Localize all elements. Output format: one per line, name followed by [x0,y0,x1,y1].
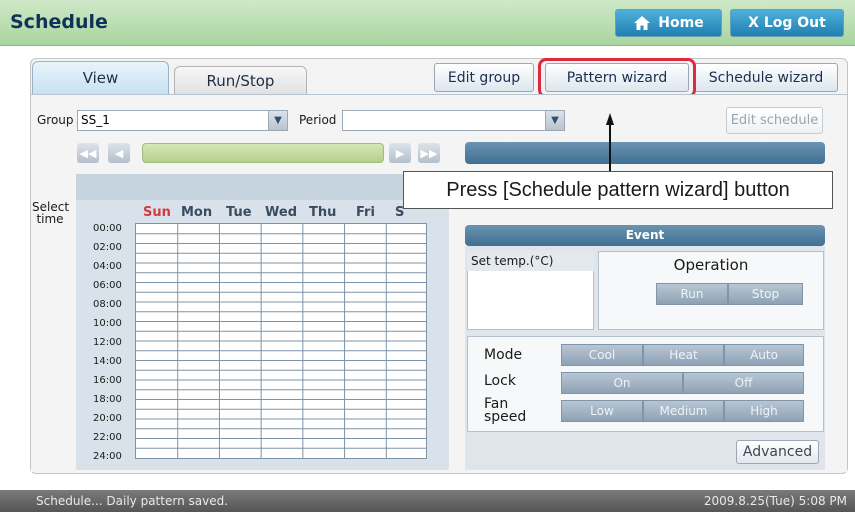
page-title: Schedule [10,11,108,33]
time-label: 22:00 [93,432,122,443]
period-select[interactable]: ▼ [342,110,565,131]
time-label: 18:00 [93,394,122,405]
fan-medium-button[interactable]: Medium [643,400,724,422]
edit-group-button[interactable]: Edit group [434,63,534,92]
time-label: 04:00 [93,261,122,272]
group-select[interactable]: SS_1 ▼ [77,110,288,131]
next-page-icon[interactable]: ▶ [389,143,411,163]
last-page-icon[interactable]: ▶▶ [418,143,440,163]
home-button[interactable]: Home [615,9,722,37]
fan-high-button[interactable]: High [724,400,804,422]
time-label: 02:00 [93,242,122,253]
fan-speed-label: Fan speed [484,396,527,425]
set-temp-label: Set temp.(°C) [467,251,594,271]
operation-label: Operation [673,256,749,274]
period-label: Period [299,113,337,127]
date-range-bar [142,143,384,163]
run-button[interactable]: Run [656,283,728,305]
prev-page-icon[interactable]: ◀ [108,143,130,163]
day-wed[interactable]: Wed [265,205,297,220]
mode-label: Mode [484,347,523,363]
home-label: Home [658,15,704,31]
lock-on-button[interactable]: On [561,372,683,394]
day-thu[interactable]: Thu [309,205,336,220]
highlight-box [538,58,696,98]
time-label: 14:00 [93,356,122,367]
time-label: 06:00 [93,280,122,291]
day-fri[interactable]: Fri [356,205,375,220]
logout-button[interactable]: X Log Out [730,9,844,37]
schedule-wizard-button[interactable]: Schedule wizard [694,63,838,92]
first-page-icon[interactable]: ◀◀ [77,143,99,163]
time-label: 16:00 [93,375,122,386]
day-tue[interactable]: Tue [226,205,252,220]
day-mon[interactable]: Mon [181,205,212,220]
mode-heat-button[interactable]: Heat [643,344,724,366]
schedule-grid[interactable] [135,223,427,459]
status-message: Schedule... Daily pattern saved. [36,494,229,508]
group-label: Group [37,113,74,127]
day-sun[interactable]: Sun [143,205,171,220]
time-label: 24:00 [93,451,122,462]
select-time-label: Select time [32,200,70,226]
chevron-down-icon[interactable]: ▼ [268,111,287,130]
time-label: 10:00 [93,318,122,329]
stop-button[interactable]: Stop [728,283,803,305]
mode-cool-button[interactable]: Cool [561,344,643,366]
time-label: 12:00 [93,337,122,348]
tab-view[interactable]: View [32,61,169,94]
event-date-bar [465,142,825,164]
event-header: Event [465,225,825,246]
group-value: SS_1 [81,113,110,127]
lock-label: Lock [484,373,516,389]
chevron-down-icon[interactable]: ▼ [545,111,564,130]
edit-schedule-button[interactable]: Edit schedule [726,107,823,134]
time-label: 08:00 [93,299,122,310]
time-label: 20:00 [93,413,122,424]
instruction-callout: Press [Schedule pattern wizard] button [403,171,833,209]
time-label: 00:00 [93,223,122,234]
tab-run-stop[interactable]: Run/Stop [174,66,307,94]
mode-auto-button[interactable]: Auto [724,344,804,366]
schedule-header [76,174,449,200]
fan-low-button[interactable]: Low [561,400,643,422]
advanced-button[interactable]: Advanced [736,440,819,464]
pointer-arrow-icon [606,113,614,173]
home-icon [634,16,651,30]
lock-off-button[interactable]: Off [683,372,804,394]
app-header [0,0,855,46]
status-datetime: 2009.8.25(Tue) 5:08 PM [703,494,847,508]
